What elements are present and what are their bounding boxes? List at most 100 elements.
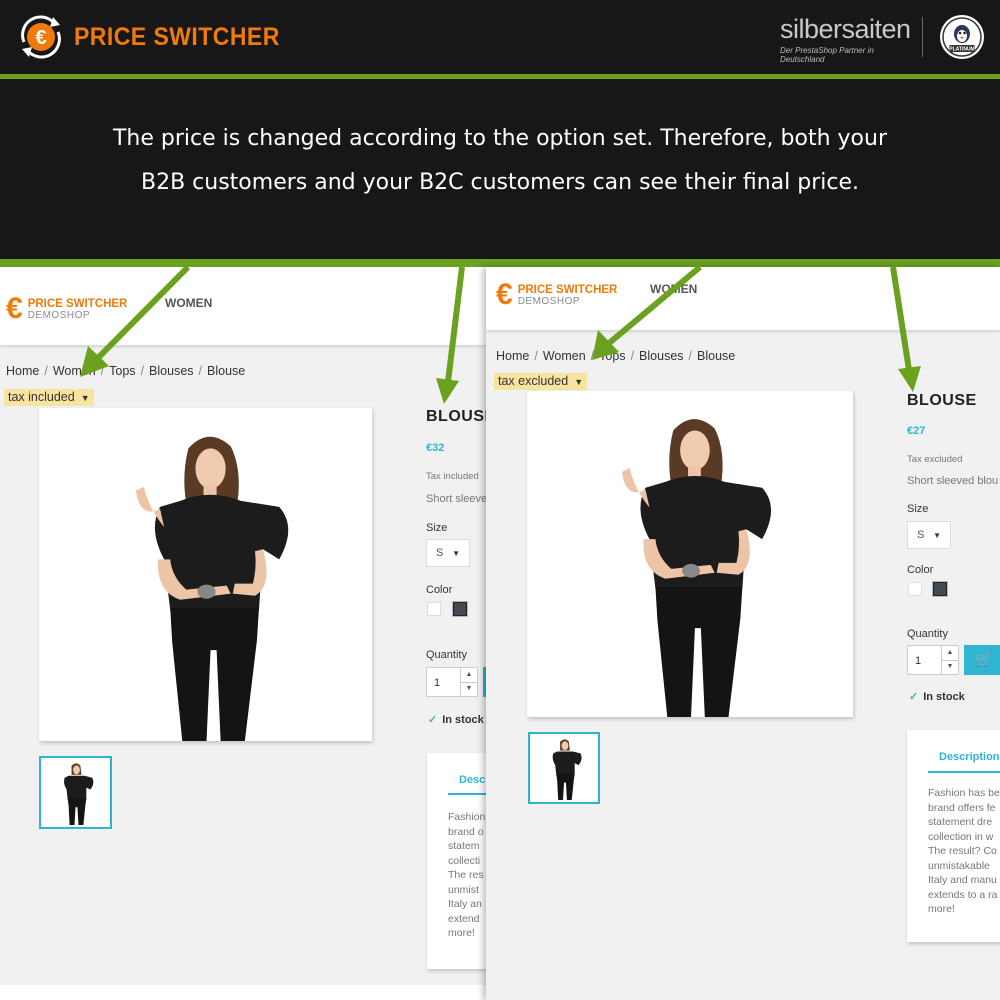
breadcrumb-home[interactable]: Home xyxy=(6,364,39,378)
caption-divider xyxy=(0,259,1000,267)
caret-down-icon: ▼ xyxy=(933,531,941,540)
euro-refresh-icon: € xyxy=(21,15,61,59)
size-select[interactable]: S ▼ xyxy=(907,521,951,549)
desc-line: more! xyxy=(448,927,475,939)
size-value: S xyxy=(917,529,925,541)
stepper-down-icon[interactable]: ▼ xyxy=(942,660,958,674)
quantity-label: Quantity xyxy=(907,628,948,640)
product-image[interactable] xyxy=(527,391,853,717)
size-value: S xyxy=(436,547,444,559)
color-swatch-white[interactable] xyxy=(908,582,922,596)
tax-mode-value: tax excluded xyxy=(498,374,569,388)
svg-text:€: € xyxy=(35,27,46,49)
desc-line: statem xyxy=(448,840,480,852)
shop-screenshot-tax-included: € PRICE SWITCHER DEMOSHOP WOMEN Home / Wom… xyxy=(0,267,486,1000)
tab-underline xyxy=(448,793,486,795)
breadcrumb-home[interactable]: Home xyxy=(496,349,529,363)
desc-line: The res xyxy=(448,869,484,881)
tab-description[interactable]: Description xyxy=(939,751,1000,763)
desc-line: Fashion xyxy=(448,811,486,823)
caret-down-icon: ▼ xyxy=(574,377,584,387)
quantity-stepper[interactable]: 1 ▲ ▼ xyxy=(907,645,959,675)
desc-line: brand offers fe xyxy=(928,801,996,814)
color-swatch-white[interactable] xyxy=(427,602,441,616)
breadcrumb-women[interactable]: Women xyxy=(53,364,96,378)
stock-text: In stock xyxy=(923,691,965,703)
color-label: Color xyxy=(426,584,453,596)
stock-status: ✓ In stock xyxy=(909,690,965,703)
euro-icon: € xyxy=(6,292,23,325)
nav-item-women[interactable]: WOMEN xyxy=(165,296,212,310)
product-image[interactable] xyxy=(39,408,372,741)
quantity-value: 1 xyxy=(434,677,441,689)
thumbnail-photo xyxy=(530,734,598,802)
product-price: €32 xyxy=(426,442,445,454)
shop-logo[interactable]: € PRICE SWITCHER DEMOSHOP xyxy=(496,280,617,310)
partner-subtitle: Der PrestaShop Partner in Deutschland xyxy=(780,46,874,64)
platinum-badge: PLATINUM xyxy=(940,15,984,59)
desc-line: collecti xyxy=(448,854,481,867)
partner-name: silbersaiten xyxy=(780,14,911,44)
model-photo xyxy=(527,391,853,717)
quantity-value: 1 xyxy=(915,655,922,667)
model-photo xyxy=(39,408,372,741)
description-text: Fashion has be brand offers fe statement… xyxy=(928,786,1000,917)
breadcrumb: Home / Women / Tops / Blouses / Blouse xyxy=(6,364,246,378)
desc-line: extends to a ra xyxy=(928,888,998,901)
shop-logo-sub: DEMOSHOP xyxy=(517,295,581,307)
desc-line: brand o xyxy=(448,825,484,838)
desc-line: The result? Co xyxy=(928,845,997,857)
shop-screenshot-tax-excluded: € PRICE SWITCHER DEMOSHOP WOMEN Home / Wom… xyxy=(486,267,1000,1000)
breadcrumb-blouses[interactable]: Blouses xyxy=(639,349,683,363)
stepper-up-icon[interactable]: ▲ xyxy=(942,646,958,661)
size-label: Size xyxy=(426,522,448,534)
breadcrumb-blouse[interactable]: Blouse xyxy=(207,364,245,378)
caption-panel: The price is changed according to the op… xyxy=(0,79,1000,260)
shop-logo-sub: DEMOSHOP xyxy=(27,309,91,321)
size-label: Size xyxy=(907,503,929,515)
color-label: Color xyxy=(907,564,934,576)
check-icon: ✓ xyxy=(428,714,438,726)
tax-mode-select[interactable]: tax excluded ▼ xyxy=(494,373,588,390)
stepper-down-icon[interactable]: ▼ xyxy=(461,682,477,696)
color-swatch-dark[interactable] xyxy=(453,602,467,616)
shop-logo[interactable]: € PRICE SWITCHER DEMOSHOP xyxy=(6,294,127,324)
breadcrumb-women[interactable]: Women xyxy=(543,349,586,363)
tab-description[interactable]: Desc xyxy=(459,774,485,786)
product-thumbnail[interactable] xyxy=(528,732,600,804)
size-select[interactable]: S ▼ xyxy=(426,539,470,567)
nav-item-women[interactable]: WOMEN xyxy=(650,282,697,296)
tax-label: Tax included xyxy=(426,471,479,482)
description-panel: Desc Fashion brand o statem collecti The… xyxy=(427,753,486,969)
add-to-cart-button[interactable]: 🛒 xyxy=(964,645,1000,675)
stepper-up-icon[interactable]: ▲ xyxy=(461,668,477,683)
desc-line: Italy an xyxy=(448,898,482,910)
quantity-label: Quantity xyxy=(426,649,467,661)
desc-line: statement dre xyxy=(928,816,993,828)
short-description: Short sleeved blou xyxy=(907,475,999,487)
price-switcher-brand: € PRICE SWITCHER xyxy=(16,11,298,63)
breadcrumb-blouses[interactable]: Blouses xyxy=(149,364,193,378)
stock-text: In stock xyxy=(442,714,484,726)
breadcrumb-blouse[interactable]: Blouse xyxy=(697,349,735,363)
check-icon: ✓ xyxy=(909,691,919,703)
caption-text: The price is changed according to the op… xyxy=(60,117,940,205)
product-title: BLOUSE xyxy=(426,408,486,425)
desc-line: unmistakable xyxy=(928,859,990,872)
top-banner: € PRICE SWITCHER silbersaiten Der Presta… xyxy=(0,0,1000,75)
caret-down-icon: ▼ xyxy=(80,393,90,403)
quantity-stepper[interactable]: 1 ▲ ▼ xyxy=(426,667,478,697)
caption-line-2: B2B customers and your B2C customers can… xyxy=(141,170,859,195)
breadcrumb-tops[interactable]: Tops xyxy=(109,364,135,378)
tax-mode-select[interactable]: tax included ▼ xyxy=(4,389,94,406)
stock-status: ✓ In stock xyxy=(428,713,484,726)
color-swatch-dark[interactable] xyxy=(933,582,947,596)
breadcrumb: Home / Women / Tops / Blouses / Blouse xyxy=(496,349,736,363)
caret-down-icon: ▼ xyxy=(452,549,460,558)
product-title: BLOUSE xyxy=(907,392,977,409)
caption-line-1: The price is changed according to the op… xyxy=(112,126,888,151)
description-panel: Description Fashion has be brand offers … xyxy=(907,730,1000,942)
shop-logo-title: PRICE SWITCHER xyxy=(517,283,618,296)
product-thumbnail[interactable] xyxy=(39,756,112,829)
breadcrumb-tops[interactable]: Tops xyxy=(599,349,625,363)
